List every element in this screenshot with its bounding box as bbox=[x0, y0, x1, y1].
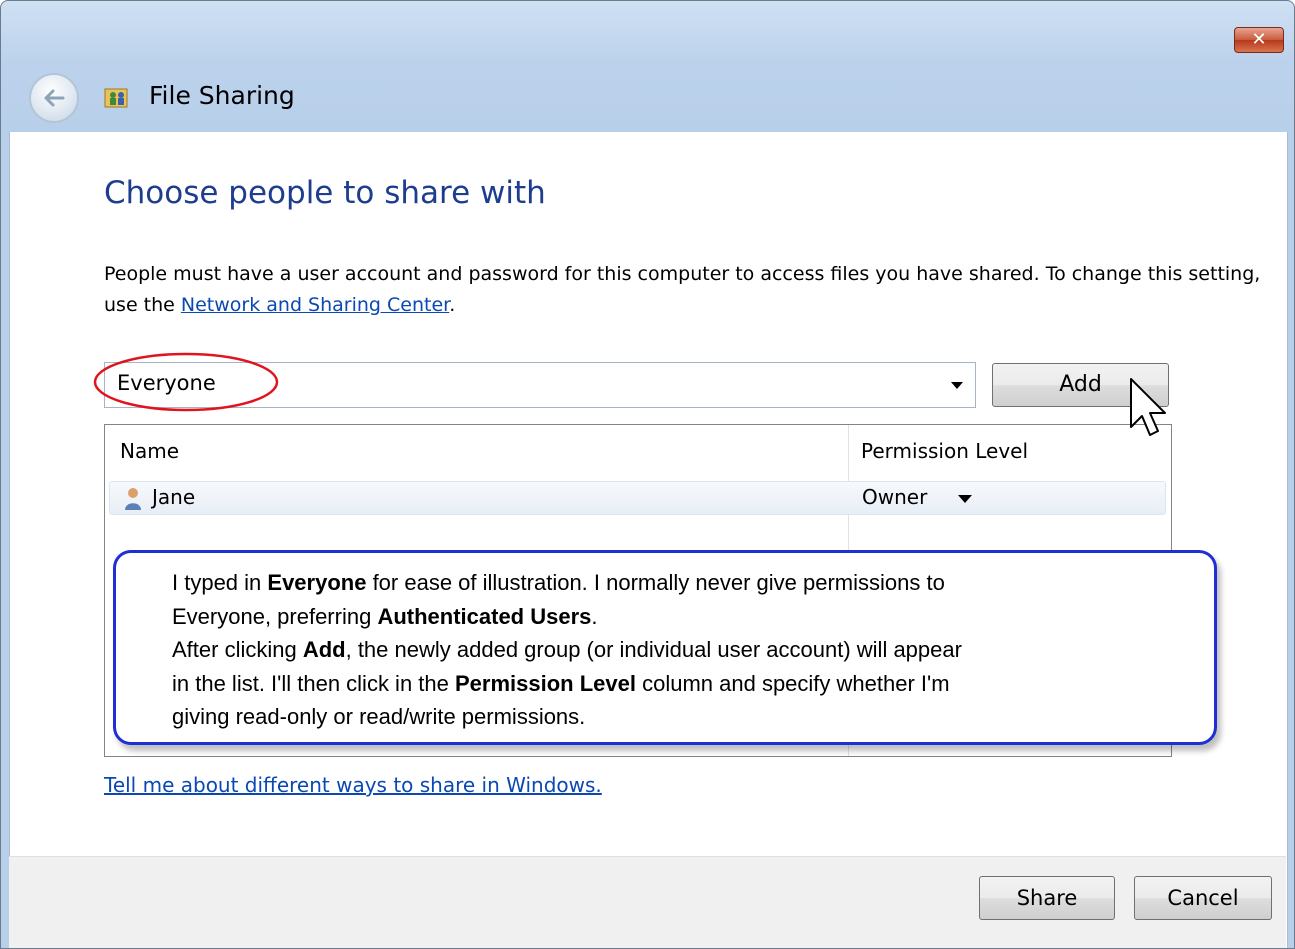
page-heading: Choose people to share with bbox=[104, 175, 546, 211]
callout-bold: Add bbox=[302, 637, 346, 662]
callout-fragment: in the list. I'll then click in the bbox=[172, 670, 455, 696]
window-title: File Sharing bbox=[149, 81, 295, 110]
callout-line: After clicking Add, the newly added grou… bbox=[172, 633, 1202, 667]
callout-line: I typed in Everyone for ease of illustra… bbox=[172, 566, 1202, 600]
callout-fragment: column and specify whether I'm bbox=[635, 670, 950, 696]
column-header-permission-level[interactable]: Permission Level bbox=[861, 425, 1028, 473]
network-sharing-center-link[interactable]: Network and Sharing Center bbox=[181, 294, 449, 316]
share-button[interactable]: Share bbox=[979, 876, 1115, 920]
cancel-button[interactable]: Cancel bbox=[1134, 876, 1272, 920]
callout-fragment: giving read-only or read/write permissio… bbox=[172, 704, 586, 729]
annotation-callout: I typed in Everyone for ease of illustra… bbox=[113, 550, 1217, 745]
user-icon bbox=[125, 488, 141, 510]
callout-bold: Permission Level bbox=[455, 670, 636, 696]
highlight-ellipse-annotation bbox=[93, 352, 279, 412]
callout-fragment: . bbox=[591, 603, 598, 629]
row-name: Jane bbox=[152, 485, 196, 509]
mouse-pointer-icon bbox=[1130, 378, 1166, 436]
callout-fragment: for ease of illustration. I normally nev… bbox=[366, 570, 945, 595]
dropdown-arrow-icon[interactable] bbox=[951, 382, 963, 389]
back-button[interactable] bbox=[29, 73, 79, 123]
file-sharing-icon bbox=[104, 88, 128, 108]
description-text: People must have a user account and pass… bbox=[104, 259, 1264, 321]
permission-dropdown-arrow-icon[interactable] bbox=[958, 495, 972, 503]
callout-line: giving read-only or read/write permissio… bbox=[172, 700, 1202, 734]
back-arrow-icon bbox=[44, 89, 65, 107]
callout-fragment: , the newly added group (or individual u… bbox=[345, 637, 962, 662]
row-permission[interactable]: Owner bbox=[862, 485, 927, 509]
callout-line: in the list. I'll then click in the Perm… bbox=[172, 667, 1202, 701]
callout-bold: Authenticated Users bbox=[377, 603, 592, 629]
callout-text: I typed in Everyone for ease of illustra… bbox=[172, 566, 1202, 734]
column-header-name[interactable]: Name bbox=[120, 425, 179, 473]
file-sharing-window: ✕ File Sharing Choose people to share wi… bbox=[0, 0, 1295, 949]
share-help-link[interactable]: Tell me about different ways to share in… bbox=[104, 773, 602, 797]
callout-fragment: After clicking bbox=[172, 637, 303, 662]
callout-fragment: I typed in bbox=[172, 570, 268, 595]
description-end: . bbox=[449, 294, 456, 316]
close-button[interactable]: ✕ bbox=[1234, 27, 1284, 53]
callout-bold: Everyone bbox=[267, 570, 367, 595]
callout-line: Everyone, preferring Authenticated Users… bbox=[172, 600, 1202, 634]
callout-fragment: Everyone, preferring bbox=[172, 603, 378, 629]
list-item[interactable]: Jane Owner bbox=[109, 481, 1166, 515]
